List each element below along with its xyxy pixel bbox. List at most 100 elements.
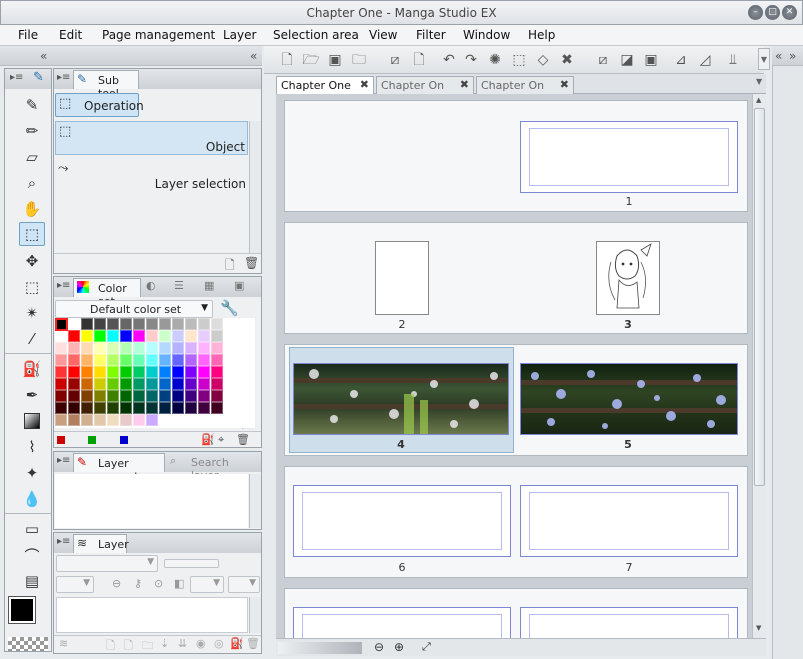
color-swatch[interactable] [198, 354, 210, 366]
tabs-menu-icon[interactable]: ▼ [756, 77, 762, 86]
color-swatch[interactable] [81, 318, 93, 330]
color-swatch[interactable] [107, 414, 119, 426]
color-swatch[interactable] [198, 378, 210, 390]
color-swatch[interactable] [107, 354, 119, 366]
color-swatch[interactable] [211, 390, 223, 402]
color-swatch[interactable] [146, 318, 158, 330]
save-icon[interactable]: ▣ [326, 51, 344, 69]
color-swatch[interactable] [68, 378, 80, 390]
color-swatch[interactable] [107, 402, 119, 414]
color-swatch[interactable] [211, 342, 223, 354]
page-thumbnail-2[interactable] [375, 241, 429, 315]
reference-icon[interactable]: ⊙ [154, 577, 163, 590]
page-thumbnail-1[interactable] [520, 121, 738, 193]
layer-option-dropdown[interactable]: ▼ [56, 576, 94, 593]
layer-list-scrollbar[interactable] [249, 597, 261, 633]
color-swatch[interactable] [211, 366, 223, 378]
color-swatch[interactable] [133, 318, 145, 330]
color-swatch[interactable] [55, 342, 67, 354]
trash-icon[interactable]: 🗑 [236, 433, 250, 446]
color-swatch[interactable] [68, 354, 80, 366]
opacity-slider[interactable] [164, 559, 219, 568]
color-swatch[interactable] [159, 330, 171, 342]
color-swatch[interactable] [81, 354, 93, 366]
menu-page-management[interactable]: Page management [102, 28, 215, 42]
color-swatch[interactable] [55, 366, 67, 378]
color-swatch[interactable] [81, 342, 93, 354]
tab-subtool[interactable]: ✎ Sub tool [73, 70, 139, 100]
pen-tool-icon[interactable]: ✎ [19, 93, 45, 117]
merge-down-icon[interactable]: ⇊ [178, 637, 187, 650]
tab-chapter-one-5[interactable]: Chapter On 5/11 ✖ [376, 76, 474, 105]
color-swatch[interactable] [120, 390, 132, 402]
transparent-color-swatch[interactable] [8, 637, 48, 651]
color-swatch[interactable] [159, 354, 171, 366]
selection-tool-icon[interactable]: ⬚ [19, 275, 45, 299]
fill-color-icon[interactable]: ⛽ [201, 433, 215, 446]
tab-chapter-one[interactable]: Chapter One ✖ [276, 76, 374, 94]
scroll-up-icon[interactable]: ▲ [756, 96, 761, 104]
color-swatch[interactable] [185, 342, 197, 354]
color-swatch[interactable] [68, 402, 80, 414]
color-swatch[interactable] [185, 402, 197, 414]
collapse-left-icon[interactable]: « [40, 49, 47, 63]
symmetry-ruler-icon[interactable]: ⫫ [724, 51, 742, 69]
color-swatch[interactable] [107, 318, 119, 330]
page-thumbnail-6[interactable] [293, 485, 511, 557]
page-thumbnail-3[interactable] [596, 241, 660, 315]
swatch-green-icon[interactable] [88, 436, 96, 444]
color-swatch[interactable] [81, 390, 93, 402]
color-swatch[interactable] [120, 354, 132, 366]
color-swatch[interactable] [198, 342, 210, 354]
color-swatch[interactable] [185, 390, 197, 402]
eyedropper-tool-icon[interactable]: ⁄ [19, 327, 45, 351]
panel-menu-icon[interactable]: ▸≡ [57, 455, 70, 466]
blend-mode-dropdown[interactable]: ▼ [56, 555, 158, 572]
layer-mask-dropdown[interactable]: ▼ [228, 576, 260, 593]
tab-search-layer[interactable]: ⌕ Search layer [167, 453, 259, 482]
new-folder-icon[interactable]: 🗀 [142, 637, 153, 656]
color-swatch[interactable] [94, 330, 106, 342]
color-swatch[interactable] [172, 402, 184, 414]
color-swatch[interactable] [94, 354, 106, 366]
eraser-tool-icon[interactable]: ▱ [19, 145, 45, 169]
color-swatch[interactable] [68, 390, 80, 402]
add-color-icon[interactable]: ⌖ [218, 433, 224, 447]
color-swatch[interactable] [133, 330, 145, 342]
frame-tool-icon[interactable]: ▤ [19, 569, 45, 593]
color-swatch[interactable] [107, 330, 119, 342]
swatch-blue-icon[interactable] [120, 436, 128, 444]
subtool-scrollbar[interactable] [249, 121, 261, 253]
color-swatch[interactable] [211, 378, 223, 390]
color-swatch[interactable] [107, 378, 119, 390]
tab-layer[interactable]: ≋ Layer [73, 534, 129, 553]
color-swatch[interactable] [94, 402, 106, 414]
color-swatch[interactable] [159, 342, 171, 354]
apply-mask-icon[interactable]: ◎ [214, 637, 224, 650]
color-swatch[interactable] [68, 366, 80, 378]
color-slider-tab-icon[interactable]: ☰ [174, 279, 184, 292]
menu-window[interactable]: Window [463, 28, 510, 42]
draft-icon[interactable]: ◧ [174, 577, 184, 590]
paint-bucket-icon[interactable]: ◇ [534, 51, 552, 69]
pen-tab-icon[interactable]: ✎ [33, 70, 44, 85]
page-icon[interactable]: 🗋 [410, 51, 428, 69]
color-swatch[interactable] [172, 378, 184, 390]
move-layer-tool-icon[interactable]: ✥ [19, 249, 45, 273]
color-swatch[interactable] [120, 330, 132, 342]
color-palette-grid[interactable] [55, 318, 255, 428]
sub-view-tab-icon[interactable]: ▣ [234, 279, 244, 292]
subtool-item-layer-selection[interactable]: ⤳ Layer selection [55, 159, 248, 193]
color-swatch[interactable] [198, 330, 210, 342]
color-swatch[interactable] [107, 366, 119, 378]
menu-edit[interactable]: Edit [59, 28, 82, 42]
main-color-swatch[interactable] [8, 596, 36, 624]
color-swatch[interactable] [172, 342, 184, 354]
color-swatch[interactable] [185, 354, 197, 366]
subtool-group-operation[interactable]: ⬚ Operation [55, 93, 144, 117]
color-swatch[interactable] [159, 366, 171, 378]
color-swatch[interactable] [198, 366, 210, 378]
color-swatch[interactable] [185, 366, 197, 378]
color-swatch[interactable] [94, 366, 106, 378]
color-swatch[interactable] [133, 354, 145, 366]
